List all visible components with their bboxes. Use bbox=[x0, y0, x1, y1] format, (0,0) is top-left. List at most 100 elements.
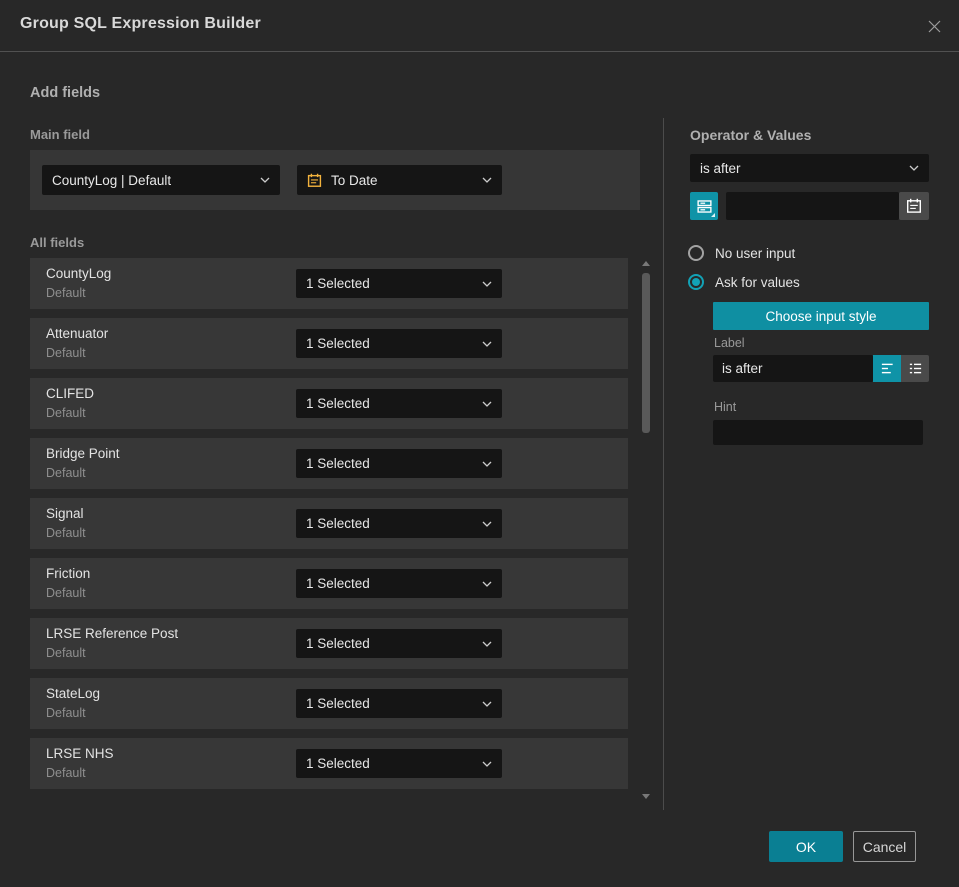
add-fields-heading: Add fields bbox=[30, 85, 101, 101]
field-subtitle: Default bbox=[46, 646, 86, 660]
field-selection-dropdown[interactable]: 1 Selected bbox=[296, 569, 502, 598]
field-row: StateLog Default 1 Selected bbox=[30, 678, 628, 729]
chevron-down-icon bbox=[482, 641, 492, 647]
radio-ask-for-values[interactable]: Ask for values bbox=[688, 274, 800, 290]
field-selection-dropdown[interactable]: 1 Selected bbox=[296, 329, 502, 358]
field-row: CLIFED Default 1 Selected bbox=[30, 378, 628, 429]
radio-circle-icon bbox=[688, 274, 704, 290]
field-selection-value: 1 Selected bbox=[306, 756, 370, 771]
panel-divider bbox=[663, 118, 664, 810]
scrollbar-thumb[interactable] bbox=[642, 273, 650, 433]
hint-input[interactable] bbox=[713, 420, 923, 445]
field-selection-dropdown[interactable]: 1 Selected bbox=[296, 689, 502, 718]
dialog-title: Group SQL Expression Builder bbox=[20, 15, 261, 32]
cancel-button[interactable]: Cancel bbox=[853, 831, 916, 862]
chevron-down-icon bbox=[909, 165, 919, 171]
main-field-label: Main field bbox=[30, 127, 90, 142]
radio-no-user-input[interactable]: No user input bbox=[688, 245, 795, 261]
field-selection-dropdown[interactable]: 1 Selected bbox=[296, 509, 502, 538]
all-fields-list: CountyLog Default 1 Selected Attenuator … bbox=[30, 258, 628, 798]
chevron-down-icon bbox=[482, 461, 492, 467]
field-subtitle: Default bbox=[46, 406, 86, 420]
close-icon bbox=[928, 20, 940, 32]
scrollbar-down-arrow-icon[interactable] bbox=[642, 794, 650, 799]
date-option-dropdown-value: To Date bbox=[331, 172, 378, 188]
field-subtitle: Default bbox=[46, 286, 86, 300]
field-selection-value: 1 Selected bbox=[306, 516, 370, 531]
chevron-down-icon bbox=[482, 281, 492, 287]
ok-button[interactable]: OK bbox=[769, 831, 843, 862]
field-selection-value: 1 Selected bbox=[306, 696, 370, 711]
chevron-down-icon bbox=[482, 177, 492, 183]
field-selection-dropdown[interactable]: 1 Selected bbox=[296, 449, 502, 478]
calendar-icon bbox=[307, 173, 322, 188]
scrollbar-up-arrow-icon[interactable] bbox=[642, 261, 650, 266]
field-row: Signal Default 1 Selected bbox=[30, 498, 628, 549]
field-row: Bridge Point Default 1 Selected bbox=[30, 438, 628, 489]
field-selection-value: 1 Selected bbox=[306, 336, 370, 351]
chevron-down-icon bbox=[482, 521, 492, 527]
field-row: CountyLog Default 1 Selected bbox=[30, 258, 628, 309]
list-icon bbox=[909, 363, 921, 374]
field-selection-dropdown[interactable]: 1 Selected bbox=[296, 749, 502, 778]
chevron-down-icon bbox=[482, 401, 492, 407]
radio-label: Ask for values bbox=[715, 274, 800, 290]
main-field-panel: CountyLog | Default To Date bbox=[30, 150, 640, 210]
field-name: LRSE Reference Post bbox=[46, 626, 179, 641]
field-subtitle: Default bbox=[46, 766, 86, 780]
align-left-icon bbox=[881, 363, 893, 374]
field-name: CountyLog bbox=[46, 266, 112, 281]
field-name: CLIFED bbox=[46, 386, 95, 401]
field-name: Bridge Point bbox=[46, 446, 120, 461]
field-name: StateLog bbox=[46, 686, 101, 701]
field-selection-value: 1 Selected bbox=[306, 576, 370, 591]
chevron-down-icon bbox=[482, 701, 492, 707]
field-selection-dropdown[interactable]: 1 Selected bbox=[296, 269, 502, 298]
title-bar: Group SQL Expression Builder bbox=[0, 0, 959, 52]
multiple-values-style-button[interactable] bbox=[901, 355, 929, 382]
field-name: Attenuator bbox=[46, 326, 109, 341]
field-subtitle: Default bbox=[46, 346, 86, 360]
field-selection-dropdown[interactable]: 1 Selected bbox=[296, 629, 502, 658]
chevron-down-icon bbox=[260, 177, 270, 183]
field-row: LRSE Reference Post Default 1 Selected bbox=[30, 618, 628, 669]
unique-values-icon bbox=[696, 199, 712, 213]
radio-circle-icon bbox=[688, 245, 704, 261]
operator-values-heading: Operator & Values bbox=[690, 127, 812, 143]
field-selection-value: 1 Selected bbox=[306, 396, 370, 411]
date-picker-button[interactable] bbox=[899, 192, 929, 220]
chevron-down-icon bbox=[482, 761, 492, 767]
field-selection-value: 1 Selected bbox=[306, 636, 370, 651]
field-row: Friction Default 1 Selected bbox=[30, 558, 628, 609]
field-subtitle: Default bbox=[46, 586, 86, 600]
radio-label: No user input bbox=[715, 245, 796, 261]
all-fields-label: All fields bbox=[30, 235, 85, 250]
label-field-label: Label bbox=[714, 336, 745, 350]
field-selection-value: 1 Selected bbox=[306, 276, 370, 291]
field-name: Signal bbox=[46, 506, 84, 521]
field-selection-dropdown[interactable]: 1 Selected bbox=[296, 389, 502, 418]
unique-values-button[interactable] bbox=[690, 192, 718, 220]
field-subtitle: Default bbox=[46, 526, 86, 540]
fields-list-scrollbar[interactable] bbox=[641, 256, 651, 801]
chevron-down-icon bbox=[482, 581, 492, 587]
field-subtitle: Default bbox=[46, 706, 86, 720]
calendar-icon bbox=[907, 198, 922, 213]
field-name: LRSE NHS bbox=[46, 746, 114, 761]
operator-dropdown-value: is after bbox=[700, 160, 741, 176]
value-input[interactable] bbox=[726, 192, 899, 220]
single-value-style-button[interactable] bbox=[873, 355, 901, 382]
hint-field-label: Hint bbox=[714, 400, 737, 414]
field-row: LRSE NHS Default 1 Selected bbox=[30, 738, 628, 789]
date-option-dropdown[interactable]: To Date bbox=[297, 165, 502, 195]
label-input[interactable] bbox=[713, 355, 873, 382]
chevron-down-icon bbox=[482, 341, 492, 347]
field-name: Friction bbox=[46, 566, 91, 581]
group-sql-expression-builder-dialog: Group SQL Expression Builder Add fields … bbox=[0, 0, 959, 887]
choose-input-style-button[interactable]: Choose input style bbox=[713, 302, 929, 330]
operator-dropdown[interactable]: is after bbox=[690, 154, 929, 182]
main-field-dropdown[interactable]: CountyLog | Default bbox=[42, 165, 280, 195]
close-button[interactable] bbox=[921, 13, 947, 39]
field-subtitle: Default bbox=[46, 466, 86, 480]
field-selection-value: 1 Selected bbox=[306, 456, 370, 471]
